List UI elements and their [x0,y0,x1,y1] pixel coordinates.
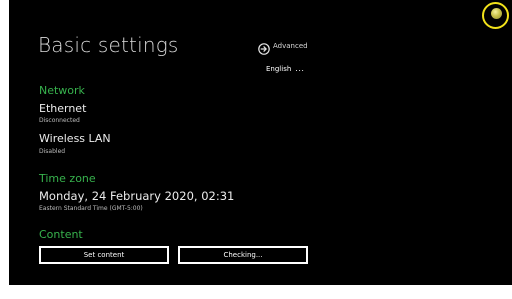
advanced-label: Advanced [273,42,308,50]
ethernet-status: Disconnected [39,117,80,124]
timezone-heading: Time zone [39,172,96,185]
settings-screen: Basic settings Advanced English... Netwo… [9,0,512,285]
language-selector[interactable]: English... [266,64,304,73]
wireless-lan-item[interactable]: Wireless LAN [39,132,111,145]
checking-button[interactable]: Checking... [178,246,308,264]
language-more-icon: ... [295,64,305,73]
wireless-lan-status: Disabled [39,148,66,155]
page-title: Basic settings [38,33,179,57]
datetime-item[interactable]: Monday, 24 February 2020, 02:31 [39,189,234,203]
content-heading: Content [39,228,83,241]
network-heading: Network [39,84,85,97]
pointer-cursor-icon [491,8,502,19]
timezone-value: Eastern Standard Time (GMT-5:00) [39,205,143,212]
ethernet-item[interactable]: Ethernet [39,102,86,115]
language-label: English [266,65,292,73]
circle-arrow-right-icon [258,40,270,55]
set-content-button[interactable]: Set content [39,246,169,264]
advanced-link[interactable]: Advanced [258,39,308,55]
